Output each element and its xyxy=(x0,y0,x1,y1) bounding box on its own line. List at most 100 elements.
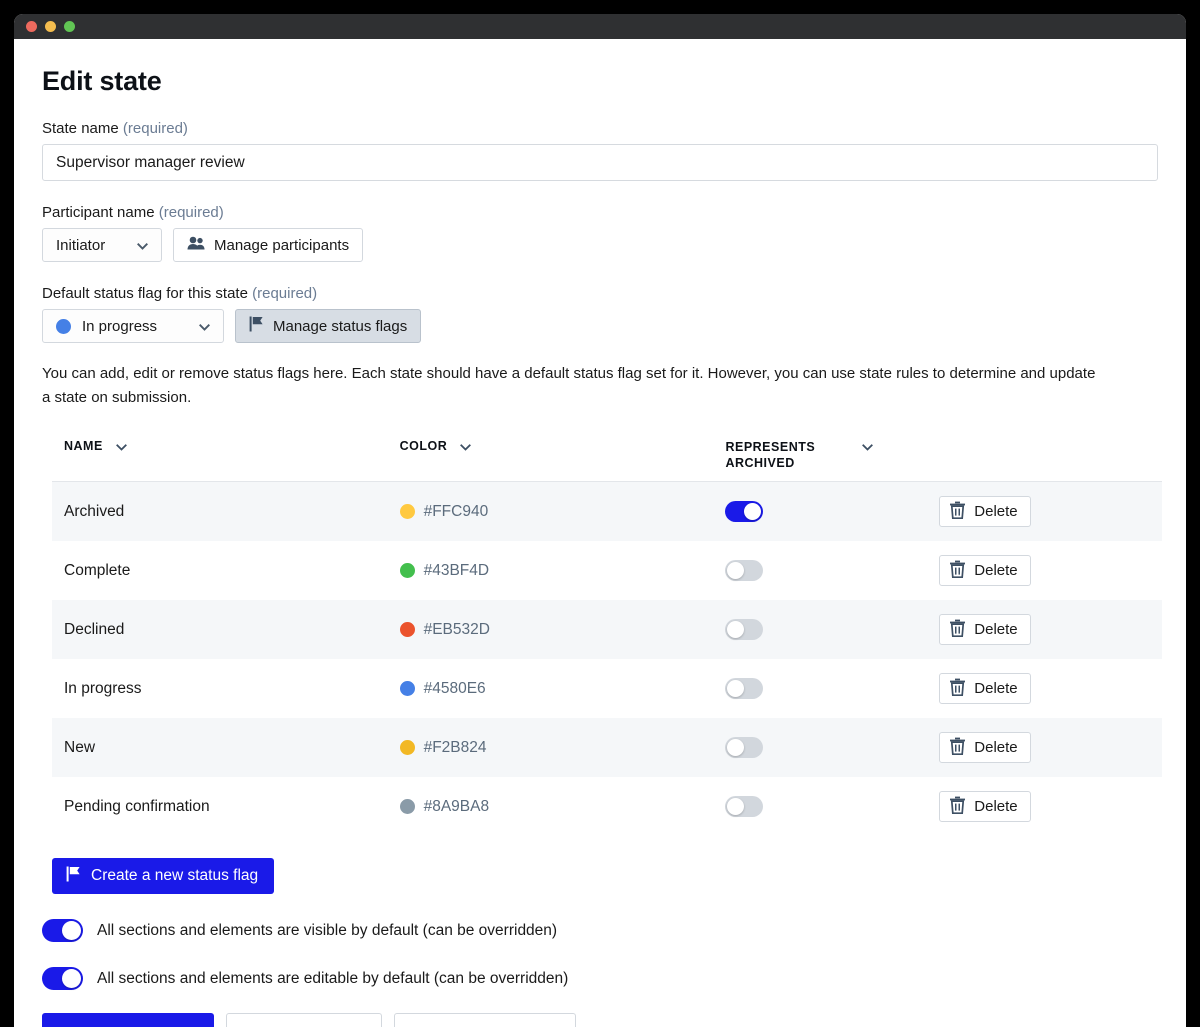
zoom-window-button[interactable] xyxy=(64,21,75,32)
table-row: Complete #43BF4D Delete xyxy=(52,541,1162,600)
cell-flag-name: Complete xyxy=(64,561,131,579)
chevron-down-icon xyxy=(460,440,472,454)
column-header-color-label: COLOR xyxy=(399,438,448,453)
state-name-input[interactable] xyxy=(42,144,1158,181)
create-status-flag-button[interactable]: Create a new status flag xyxy=(52,858,275,895)
page-content: Edit state State name (required) Partici… xyxy=(14,39,1186,1027)
table-row: Pending confirmation #8A9BA8 Delete xyxy=(52,777,1162,836)
manage-participants-label: Manage participants xyxy=(214,236,350,254)
cell-flag-name: In progress xyxy=(64,679,142,697)
column-header-represents-archived[interactable]: REPRESENTS ARCHIVED xyxy=(725,430,940,483)
footer-tertiary-button[interactable] xyxy=(394,1013,576,1027)
status-color-hex: #43BF4D xyxy=(423,561,490,579)
state-name-required: (required) xyxy=(122,120,188,137)
trash-icon xyxy=(949,501,966,523)
delete-status-flag-button[interactable]: Delete xyxy=(939,496,1031,528)
table-row: In progress #4580E6 Delete xyxy=(52,659,1162,718)
status-color-swatch xyxy=(56,318,71,334)
chevron-down-icon xyxy=(137,237,148,254)
cell-flag-color: #8A9BA8 xyxy=(399,777,726,836)
cell-flag-color: #43BF4D xyxy=(399,541,726,600)
represents-archived-toggle[interactable] xyxy=(725,560,764,582)
people-icon xyxy=(187,236,205,254)
footer-secondary-button[interactable] xyxy=(226,1013,382,1027)
column-header-color[interactable]: COLOR xyxy=(399,430,726,483)
status-flags-table: NAME COLOR REPRESENTS ARCHIVED Archived … xyxy=(52,430,1162,837)
footer-buttons xyxy=(42,1013,576,1027)
status-color-swatch xyxy=(399,504,415,520)
cell-flag-color: #FFC940 xyxy=(399,481,726,542)
cell-flag-color: #F2B824 xyxy=(399,718,726,778)
cell-actions: Delete xyxy=(939,481,1162,542)
default-toggle-row: All sections and elements are visible by… xyxy=(42,919,1158,943)
cell-flag-color: #4580E6 xyxy=(399,659,726,718)
cell-actions: Delete xyxy=(939,718,1162,778)
delete-label: Delete xyxy=(974,562,1018,580)
minimize-window-button[interactable] xyxy=(45,21,56,32)
represents-archived-toggle[interactable] xyxy=(725,619,764,641)
cell-flag-name: Pending confirmation xyxy=(64,797,210,815)
delete-status-flag-button[interactable]: Delete xyxy=(939,673,1031,705)
delete-label: Delete xyxy=(974,503,1018,521)
delete-status-flag-button[interactable]: Delete xyxy=(939,791,1031,823)
app-window: Edit state State name (required) Partici… xyxy=(14,14,1186,1027)
status-color-swatch xyxy=(399,563,415,579)
trash-icon xyxy=(949,619,966,641)
flag-icon xyxy=(249,316,264,336)
state-name-label: State name (required) xyxy=(42,120,1158,137)
represents-archived-toggle[interactable] xyxy=(725,796,764,818)
chevron-down-icon xyxy=(199,318,210,335)
column-header-name[interactable]: NAME xyxy=(52,430,400,483)
represents-archived-toggle[interactable] xyxy=(725,678,764,700)
participant-controls: Initiator Manage participants xyxy=(42,228,1158,262)
default-status-flag-label-text: Default status flag for this state xyxy=(42,285,248,302)
represents-archived-toggle[interactable] xyxy=(725,501,764,523)
delete-label: Delete xyxy=(974,621,1018,639)
cell-represents-archived xyxy=(725,481,940,542)
trash-icon xyxy=(949,796,966,818)
manage-status-flags-button[interactable]: Manage status flags xyxy=(235,309,422,343)
close-window-button[interactable] xyxy=(26,21,37,32)
status-color-swatch xyxy=(399,622,415,638)
column-header-archived-line2: ARCHIVED xyxy=(725,456,795,471)
page-title: Edit state xyxy=(42,66,162,96)
state-name-label-text: State name xyxy=(42,120,119,137)
status-color-swatch xyxy=(399,799,415,815)
table-row: Declined #EB532D Delete xyxy=(52,600,1162,660)
manage-participants-button[interactable]: Manage participants xyxy=(173,228,364,262)
delete-status-flag-button[interactable]: Delete xyxy=(939,555,1031,587)
column-header-actions xyxy=(939,430,1162,483)
status-color-swatch xyxy=(399,740,415,756)
cell-represents-archived xyxy=(725,600,940,660)
cell-flag-name: New xyxy=(52,718,400,778)
footer-primary-button[interactable] xyxy=(42,1013,214,1027)
default-setting-toggle[interactable] xyxy=(42,967,83,991)
default-setting-label: All sections and elements are visible by… xyxy=(97,921,558,939)
default-status-flag-select[interactable]: In progress xyxy=(42,309,224,343)
flag-icon xyxy=(66,866,81,887)
status-color-hex: #4580E6 xyxy=(423,679,486,697)
cell-flag-color: #EB532D xyxy=(399,600,726,660)
delete-label: Delete xyxy=(974,739,1018,757)
trash-icon xyxy=(949,678,966,700)
delete-label: Delete xyxy=(974,680,1018,698)
represents-archived-toggle[interactable] xyxy=(725,737,764,759)
participant-select[interactable]: Initiator xyxy=(42,228,162,262)
cell-actions: Delete xyxy=(939,600,1162,660)
manage-status-flags-label: Manage status flags xyxy=(273,317,408,335)
default-toggles: All sections and elements are visible by… xyxy=(42,919,1158,991)
cell-flag-name: Declined xyxy=(52,600,400,660)
chevron-down-icon xyxy=(862,440,874,454)
participant-name-label-text: Participant name xyxy=(42,204,155,221)
delete-status-flag-button[interactable]: Delete xyxy=(939,614,1031,646)
column-header-name-label: NAME xyxy=(64,438,103,453)
window-titlebar xyxy=(14,14,1186,39)
trash-icon xyxy=(949,737,966,759)
default-setting-label: All sections and elements are editable b… xyxy=(97,969,569,987)
participant-select-value: Initiator xyxy=(56,236,106,254)
default-setting-toggle[interactable] xyxy=(42,919,83,943)
delete-status-flag-button[interactable]: Delete xyxy=(939,732,1031,764)
create-status-flag-label: Create a new status flag xyxy=(91,867,259,885)
table-header-row: NAME COLOR REPRESENTS ARCHIVED xyxy=(52,430,1162,483)
participant-name-required: (required) xyxy=(158,204,224,221)
